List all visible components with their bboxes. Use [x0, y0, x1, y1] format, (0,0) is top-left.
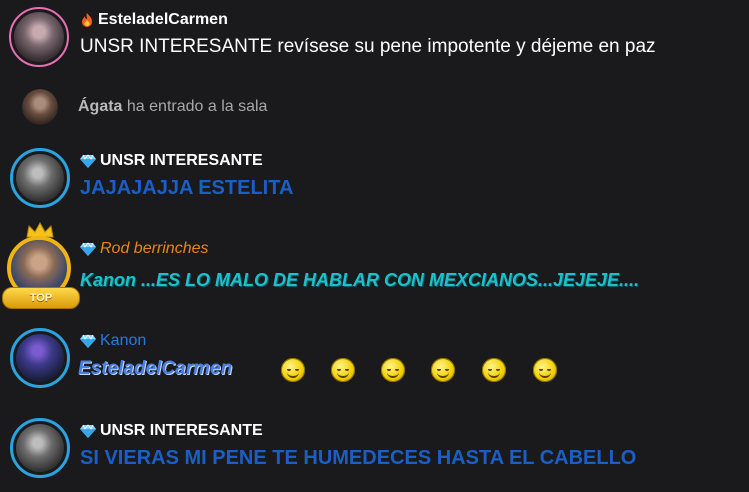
- message-text: SI VIERAS MI PENE TE HUMEDECES HASTA EL …: [80, 447, 637, 469]
- chat-message: TOP Rod berrinches Kanon ...ES LO MALO D…: [0, 222, 749, 312]
- avatar[interactable]: [9, 7, 69, 67]
- avatar[interactable]: [10, 328, 70, 388]
- mention-text: EsteladelCarmen: [78, 358, 233, 379]
- message-text: UNSR INTERESANTE revísese su pene impote…: [80, 36, 656, 57]
- avatar[interactable]: [10, 418, 70, 478]
- smiley-emoji: [533, 358, 557, 382]
- username[interactable]: UNSR INTERESANTE: [100, 152, 263, 170]
- chat-message: EsteladelCarmen UNSR INTERESANTE revíses…: [0, 0, 749, 80]
- system-join-message: Ágata ha entrado a la sala: [0, 84, 749, 128]
- username[interactable]: EsteladelCarmen: [98, 11, 228, 29]
- username-row: UNSR INTERESANTE: [80, 152, 263, 170]
- diamond-icon: [80, 154, 96, 168]
- username-row: EsteladelCarmen: [80, 11, 228, 29]
- smiley-emoji: [482, 358, 506, 382]
- username[interactable]: Ágata: [78, 98, 122, 115]
- smiley-emoji: [281, 358, 305, 382]
- username[interactable]: UNSR INTERESANTE: [100, 422, 263, 440]
- smiley-emoji: [331, 358, 355, 382]
- fire-badge-icon: [82, 13, 92, 27]
- chat-message: UNSR INTERESANTE SI VIERAS MI PENE TE HU…: [0, 412, 749, 492]
- avatar[interactable]: [10, 148, 70, 208]
- top-avatar-frame[interactable]: TOP: [0, 222, 82, 310]
- diamond-icon: [80, 424, 96, 438]
- diamond-icon: [80, 242, 96, 256]
- username-row: Kanon: [80, 332, 146, 350]
- username-row: Rod berrinches: [80, 240, 209, 258]
- top-ribbon: TOP: [2, 287, 80, 309]
- join-text: ha entrado a la sala: [126, 98, 268, 115]
- username[interactable]: Kanon: [100, 332, 146, 350]
- smiley-emoji: [381, 358, 405, 382]
- chat-message: UNSR INTERESANTE JAJAJAJJA ESTELITA: [0, 142, 749, 212]
- smiley-emoji: [431, 358, 455, 382]
- diamond-icon: [80, 334, 96, 348]
- message-text: JAJAJAJJA ESTELITA: [80, 177, 294, 199]
- username-row: UNSR INTERESANTE: [80, 422, 263, 440]
- avatar[interactable]: [22, 89, 58, 125]
- join-text-line: Ágata ha entrado a la sala: [78, 98, 267, 116]
- username[interactable]: Rod berrinches: [100, 240, 209, 258]
- top-label: TOP: [29, 292, 53, 304]
- chat-message: Kanon EsteladelCarmen: [0, 322, 749, 402]
- message-text: Kanon ...ES LO MALO DE HABLAR CON MEXCIA…: [80, 270, 640, 290]
